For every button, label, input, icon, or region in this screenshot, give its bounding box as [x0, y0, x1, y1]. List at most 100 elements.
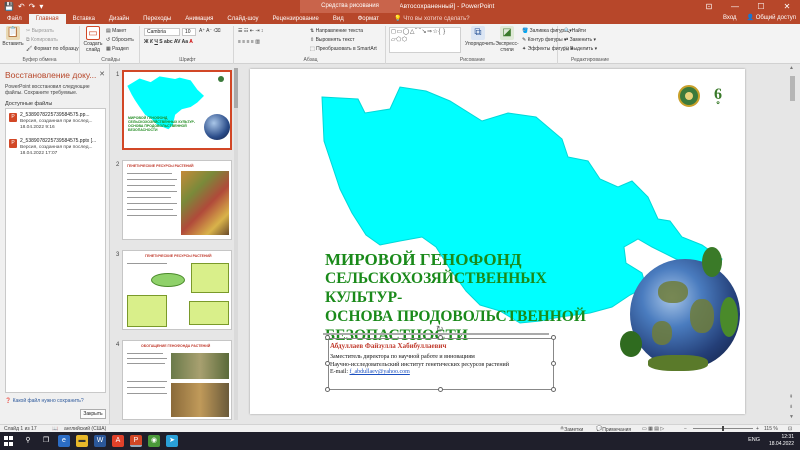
- find-button[interactable]: 🔍 Найти: [564, 28, 586, 34]
- tab-insert[interactable]: Вставка: [66, 14, 102, 24]
- which-file-help-link[interactable]: ❓ Какой файл нужно сохранить?: [5, 398, 84, 404]
- prev-slide-icon[interactable]: ⇞: [789, 394, 793, 400]
- reset-button[interactable]: ↺ Сбросить: [106, 37, 134, 43]
- resize-handle[interactable]: [438, 387, 443, 392]
- list-item[interactable]: P 2_5389078225739584575.pptx [... Версия…: [9, 138, 105, 160]
- font-size-combo[interactable]: 10: [182, 28, 196, 36]
- diagram-box-thumbnail: [127, 295, 167, 327]
- thumb-title: МИРОВОЙ ГЕНОФОНД СЕЛЬСКОХОЗЯЙСТВЕННЫХ КУ…: [128, 116, 196, 132]
- keyboard-language[interactable]: ENG: [748, 437, 760, 443]
- list-buttons-icons[interactable]: ☰ ☷ ⇤ ⇥ ↕: [238, 28, 263, 34]
- clipboard-icon: 📋: [6, 26, 20, 40]
- edge-icon[interactable]: e: [58, 435, 70, 447]
- scrollbar-thumb[interactable]: [790, 76, 795, 101]
- font-grow-shrink-icons[interactable]: A⁺ A⁻ ⌫: [199, 28, 221, 34]
- photo-thumbnail: [171, 383, 229, 417]
- scroll-down-icon[interactable]: ▼: [789, 414, 794, 420]
- scrollbar-thumb[interactable]: [234, 68, 238, 108]
- font-name-combo[interactable]: Cambria: [144, 28, 180, 36]
- maximize-button[interactable]: ☐: [748, 0, 774, 13]
- thumb-text-line: [127, 197, 171, 198]
- tab-animations[interactable]: Анимация: [178, 14, 220, 24]
- thumb-text-line: [127, 263, 167, 264]
- paste-button[interactable]: 📋 Вставить: [2, 26, 24, 47]
- task-view-icon[interactable]: ❐: [40, 435, 52, 447]
- word-icon[interactable]: W: [94, 435, 106, 447]
- resize-handle[interactable]: [551, 387, 556, 392]
- thumb-text-line: [127, 387, 165, 388]
- pptx-file-icon: P: [9, 113, 17, 122]
- section-button[interactable]: ▦ Раздел: [106, 46, 129, 52]
- minimize-button[interactable]: —: [722, 0, 748, 13]
- quick-styles-icon: ◪: [500, 26, 514, 40]
- resize-handle[interactable]: [438, 335, 443, 340]
- format-painter-button[interactable]: 🖌 Формат по образцу: [26, 46, 79, 52]
- new-slide-button[interactable]: ▭ Создать слайд: [82, 26, 104, 53]
- section-label: Раздел: [112, 46, 129, 52]
- align-buttons-icons[interactable]: ≡ ≡ ≡ ≡ ▥: [238, 39, 260, 45]
- slide-thumbnail-4[interactable]: ОБОГАЩЕНИЕ ГЕНОФОНДА РАСТЕНИЙ: [122, 340, 232, 420]
- quick-styles-button[interactable]: ◪ Экспресс-стили: [494, 26, 520, 53]
- email-link[interactable]: f_abdullaev@yahoo.com: [350, 369, 410, 375]
- thumbnails-scrollbar[interactable]: [234, 68, 238, 420]
- select-button[interactable]: ⬚ Выделить ▾: [564, 46, 597, 52]
- slide-thumbnail-3[interactable]: ГЕНЕТИЧЕСКИЕ РЕСУРСЫ РАСТЕНИЙ: [122, 250, 232, 330]
- telegram-icon[interactable]: ➤: [166, 435, 178, 447]
- ribbon-options-icon[interactable]: ⊡: [696, 0, 722, 13]
- tab-slideshow[interactable]: Слайд-шоу: [220, 14, 265, 24]
- next-slide-icon[interactable]: ⇟: [789, 404, 793, 410]
- quick-styles-label: Экспресс-стили: [495, 41, 519, 53]
- font-format-icons[interactable]: Ж К Ч S abc AV Aa A: [144, 39, 193, 45]
- slide-title[interactable]: МИРОВОЙ ГЕНОФОНД СЕЛЬСКОХОЗЯЙСТВЕННЫХ КУ…: [325, 250, 625, 345]
- close-button[interactable]: ✕: [774, 0, 800, 13]
- tab-file[interactable]: Файл: [0, 14, 29, 24]
- tab-transitions[interactable]: Переходы: [136, 14, 178, 24]
- text-direction-button[interactable]: ⇅ Направление текста: [310, 28, 363, 34]
- copy-button[interactable]: ⧉ Копировать: [26, 37, 58, 43]
- editor-scrollbar[interactable]: ▲ ⇞ ⇟ ▼: [788, 64, 797, 424]
- list-item[interactable]: P 2_5389078225739584575.pp... Версия, со…: [9, 112, 105, 134]
- copy-label: Копировать: [30, 37, 58, 43]
- file-date: 18.04.2022 17:07: [20, 151, 58, 156]
- tab-design[interactable]: Дизайн: [102, 14, 136, 24]
- resize-handle[interactable]: [551, 335, 556, 340]
- file-date: 18.04.2022 9:16: [20, 125, 55, 130]
- rotate-handle-icon[interactable]: ↻: [436, 324, 444, 335]
- tab-review[interactable]: Рецензирование: [266, 14, 326, 24]
- document-title: 2_5389078225739584575.pptx [Автосохранен…: [306, 3, 495, 10]
- file-explorer-icon[interactable]: ▬: [76, 435, 88, 447]
- resize-handle[interactable]: [551, 361, 556, 366]
- recovery-close-button[interactable]: Закрыть: [80, 409, 106, 419]
- grass-decoration: [648, 355, 708, 371]
- search-icon[interactable]: ⚲: [22, 435, 34, 447]
- new-slide-label: Создать слайд: [83, 41, 103, 53]
- chrome-icon[interactable]: ◉: [148, 435, 160, 447]
- replace-button[interactable]: ⇄ Заменить ▾: [564, 37, 596, 43]
- tab-format[interactable]: Формат: [351, 14, 386, 24]
- tab-home[interactable]: Главная: [28, 14, 66, 24]
- acrobat-icon[interactable]: A: [112, 435, 124, 447]
- signin-link[interactable]: Вход: [723, 13, 737, 23]
- share-button[interactable]: 👤 Общий доступ: [747, 13, 796, 23]
- slide-thumbnail-2[interactable]: ГЕНЕТИЧЕСКИЕ РЕСУРСЫ РАСТЕНИЙ: [122, 160, 232, 240]
- tell-me-search[interactable]: 💡 Что вы хотите сделать?: [394, 14, 469, 24]
- scroll-up-icon[interactable]: ▲: [789, 65, 794, 71]
- resize-handle[interactable]: [325, 335, 330, 340]
- replace-label: Заменить: [569, 37, 593, 43]
- resize-handle[interactable]: [325, 387, 330, 392]
- arrange-button[interactable]: ⧉ Упорядочить: [465, 26, 495, 47]
- shapes-gallery[interactable]: ◻▭◯△⌒↘⇒☆{ }▱⬠⬡: [389, 27, 461, 53]
- close-icon[interactable]: ✕: [99, 70, 105, 78]
- smartart-button[interactable]: ⬚ Преобразовать в SmartArt: [310, 46, 377, 52]
- windows-start-icon[interactable]: [4, 436, 14, 446]
- thumb-text-line: [127, 203, 177, 204]
- slide-thumbnail-1[interactable]: МИРОВОЙ ГЕНОФОНД СЕЛЬСКОХОЗЯЙСТВЕННЫХ КУ…: [122, 70, 232, 150]
- system-clock[interactable]: 12:31 18.04.2022: [769, 434, 794, 448]
- powerpoint-icon[interactable]: P: [130, 435, 142, 447]
- reset-label: Сбросить: [111, 37, 134, 43]
- cut-button[interactable]: ✂ Вырезать: [26, 28, 54, 34]
- zoom-slider-knob[interactable]: [722, 426, 724, 431]
- align-text-button[interactable]: ⇳ Выровнять текст: [310, 37, 355, 43]
- layout-button[interactable]: ▤ Макет: [106, 28, 126, 34]
- tab-view[interactable]: Вид: [326, 14, 351, 24]
